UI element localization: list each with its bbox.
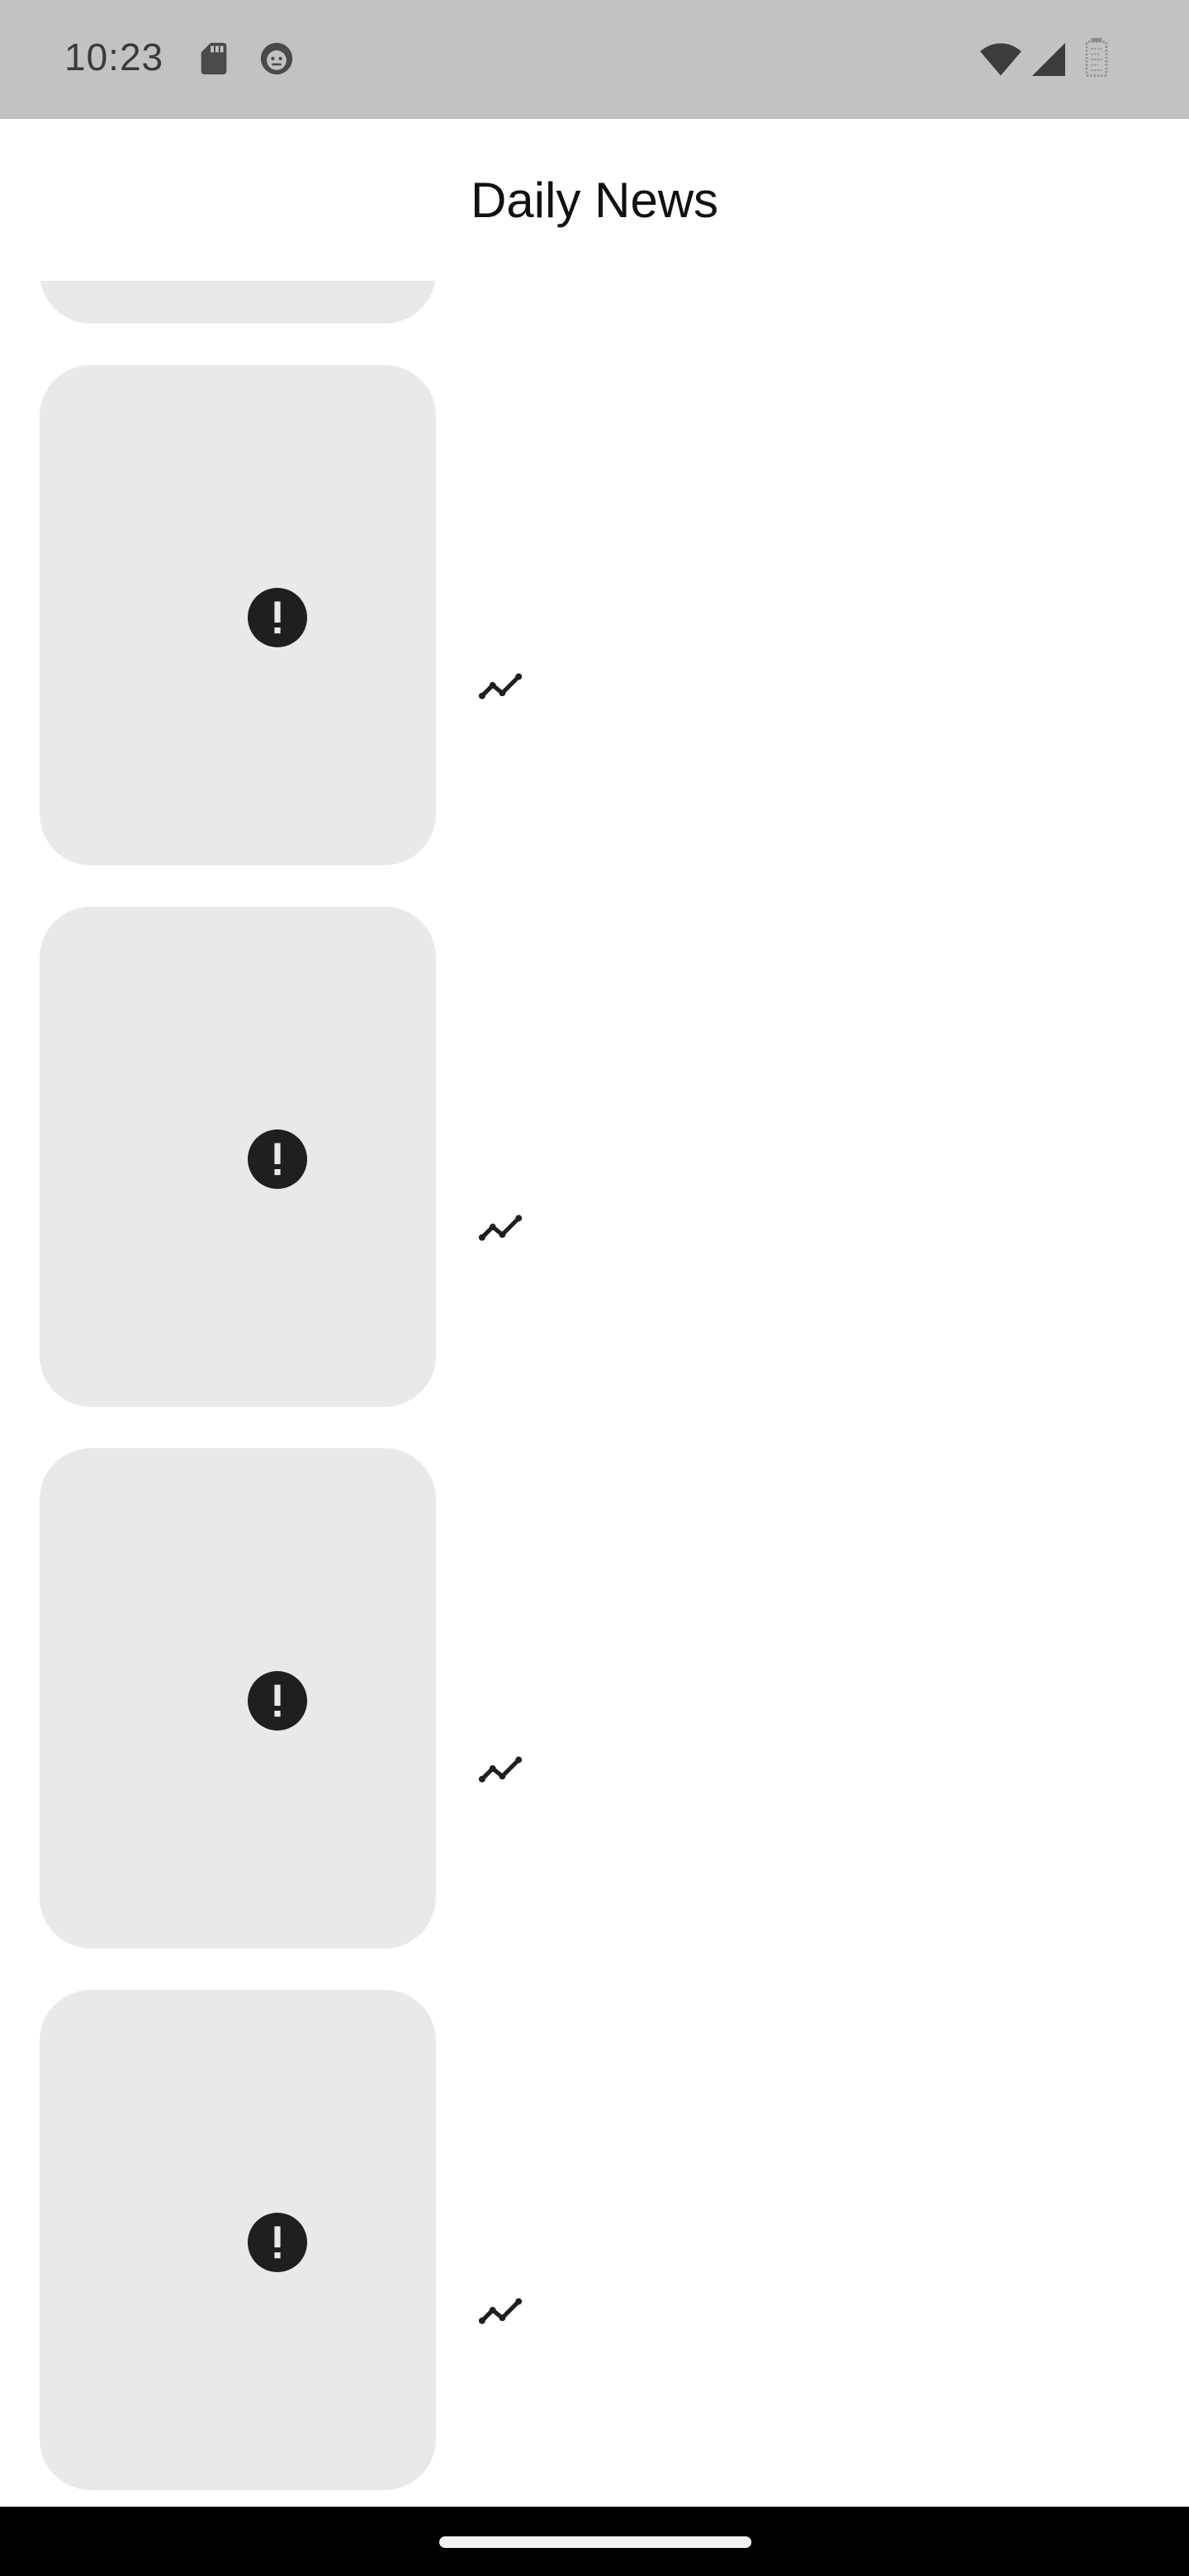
error-icon <box>248 2213 307 2272</box>
news-list-item[interactable] <box>0 1990 1189 2490</box>
sd-card-icon <box>201 42 227 75</box>
system-nav-bar <box>0 2507 1189 2576</box>
trending-icon <box>478 2298 523 2324</box>
status-time: 10:23 <box>64 36 164 78</box>
wifi-icon <box>980 43 1021 76</box>
news-thumbnail[interactable] <box>40 1990 436 2490</box>
news-list-item[interactable] <box>0 907 1189 1407</box>
trending-icon <box>478 673 523 699</box>
battery-icon <box>1085 38 1108 77</box>
news-thumbnail[interactable] <box>40 1448 436 1949</box>
error-icon <box>248 1129 307 1189</box>
news-thumbnail[interactable] <box>40 365 436 865</box>
signal-icon <box>1032 43 1065 76</box>
home-gesture-handle[interactable] <box>439 2536 751 2548</box>
error-icon <box>248 588 307 647</box>
status-bar: 10:23 <box>0 0 1189 119</box>
news-list-item[interactable] <box>0 365 1189 865</box>
trending-icon <box>478 1215 523 1241</box>
screen: 10:23 Daily News <box>0 0 1189 2576</box>
android-debug-icon <box>260 42 293 75</box>
error-icon <box>248 1671 307 1731</box>
trending-icon <box>478 1756 523 1783</box>
page-title: Daily News <box>470 172 719 228</box>
news-thumbnail-partial[interactable] <box>40 281 436 324</box>
news-list[interactable] <box>0 281 1189 2507</box>
news-list-item[interactable] <box>0 1448 1189 1949</box>
news-thumbnail[interactable] <box>40 907 436 1407</box>
app-bar: Daily News <box>0 119 1189 281</box>
